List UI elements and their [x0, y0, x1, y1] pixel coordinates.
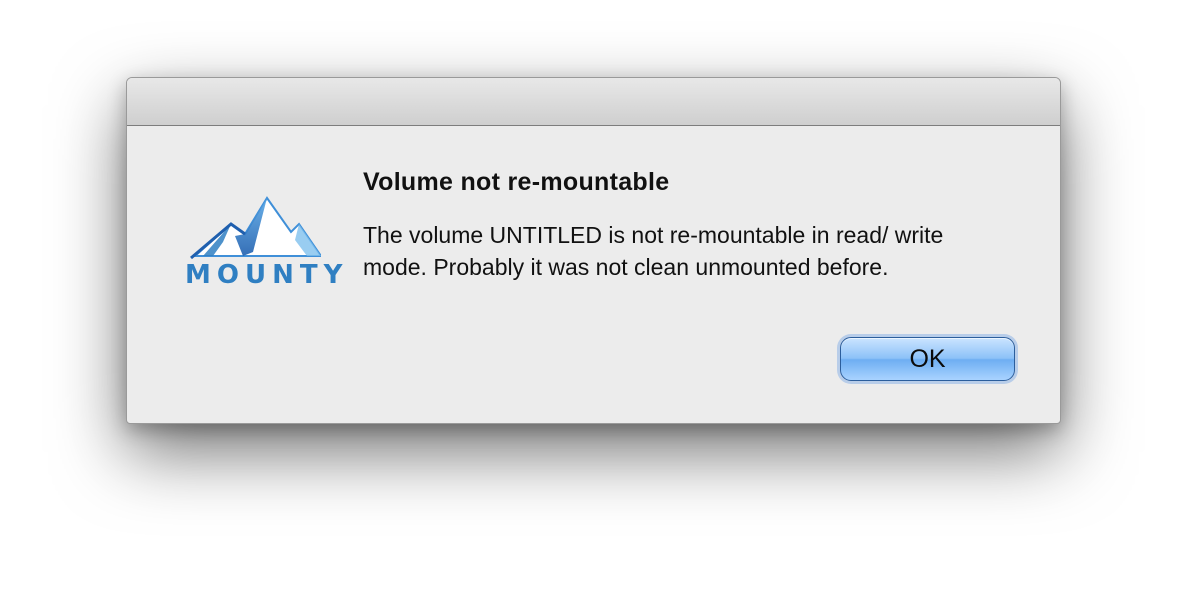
screen: MOUNTY Volume not re-mountable The volum…	[0, 0, 1187, 600]
dialog-content: Volume not re-mountable The volume UNTIT…	[363, 168, 1003, 283]
logo-wordmark: MOUNTY	[185, 260, 349, 290]
alert-dialog: MOUNTY Volume not re-mountable The volum…	[126, 77, 1061, 424]
ok-button[interactable]: OK	[840, 337, 1015, 381]
dialog-title: Volume not re-mountable	[363, 168, 670, 196]
app-logo: MOUNTY	[183, 194, 349, 292]
dialog-message: The volume UNTITLED is not re-mountable …	[363, 222, 944, 280]
dialog-titlebar[interactable]	[127, 78, 1060, 126]
mountain-logo-icon	[190, 196, 323, 260]
